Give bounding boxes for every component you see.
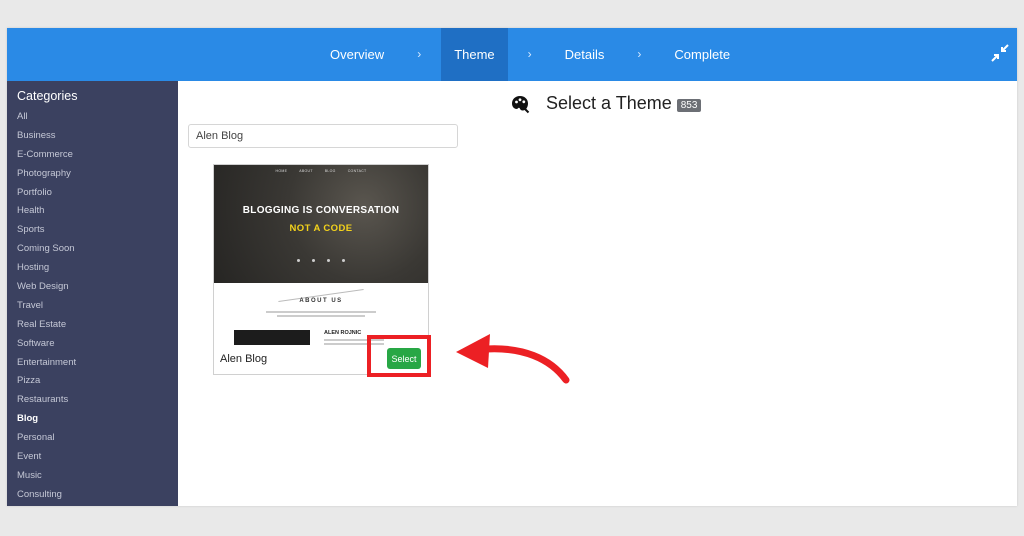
sidebar-item-coming-soon[interactable]: Coming Soon	[7, 240, 178, 259]
preview-text-lines	[266, 311, 376, 319]
sidebar-item-music[interactable]: Music	[7, 467, 178, 486]
preview-social-icons	[214, 259, 428, 262]
theme-preview-image[interactable]: HOME ABOUT BLOG CONTACT BLOGGING IS CONV…	[214, 165, 428, 345]
sidebar-item-travel[interactable]: Travel	[7, 297, 178, 316]
wizard-steps: Overview › Theme › Details › Complete	[317, 28, 743, 81]
sidebar-item-real-estate[interactable]: Real Estate	[7, 316, 178, 335]
sidebar-item-personal[interactable]: Personal	[7, 429, 178, 448]
preview-headline: BLOGGING IS CONVERSATION	[242, 205, 400, 216]
app-window: Overview › Theme › Details › Complete Ca…	[7, 28, 1017, 506]
palette-icon	[512, 95, 530, 113]
preview-hero: HOME ABOUT BLOG CONTACT BLOGGING IS CONV…	[214, 165, 428, 283]
preview-nav-item: CONTACT	[347, 169, 367, 173]
categories-sidebar: Categories All Business E-Commerce Photogra…	[7, 81, 178, 506]
sidebar-item-business[interactable]: Business	[7, 127, 178, 146]
sidebar-item-e-commerce[interactable]: E-Commerce	[7, 146, 178, 165]
pointer-arrow-icon	[456, 334, 570, 384]
categories-title: Categories	[17, 89, 78, 103]
step-overview[interactable]: Overview	[317, 28, 397, 81]
theme-count-badge: 853	[676, 99, 702, 112]
collapse-arrows-icon[interactable]	[991, 44, 1009, 62]
preview-nav-item: BLOG	[324, 169, 336, 173]
sidebar-item-photography[interactable]: Photography	[7, 165, 178, 184]
sidebar-item-software[interactable]: Software	[7, 335, 178, 354]
chevron-right-icon: ›	[527, 47, 532, 61]
theme-search-input[interactable]	[188, 124, 458, 148]
theme-selection-panel: Select a Theme 853 HOME ABOUT BLOG CONTA…	[178, 81, 1017, 506]
chevron-right-icon: ›	[417, 47, 422, 61]
preview-nav-item: HOME	[275, 169, 288, 173]
sidebar-item-sports[interactable]: Sports	[7, 221, 178, 240]
page-title: Select a Theme	[546, 93, 672, 113]
sidebar-item-portfolio[interactable]: Portfolio	[7, 184, 178, 203]
preview-nav: HOME ABOUT BLOG CONTACT	[214, 169, 428, 173]
sidebar-item-hosting[interactable]: Hosting	[7, 259, 178, 278]
step-theme[interactable]: Theme	[441, 28, 508, 81]
preview-subheadline: NOT A CODE	[289, 223, 353, 234]
chevron-right-icon: ›	[637, 47, 642, 61]
sidebar-item-web-design[interactable]: Web Design	[7, 278, 178, 297]
preview-nav-item: ABOUT	[299, 169, 313, 173]
preview-about-title: ABOUT US	[299, 298, 343, 304]
sidebar-item-health[interactable]: Health	[7, 202, 178, 221]
highlight-box	[367, 335, 431, 377]
sidebar-item-all[interactable]: All	[7, 108, 178, 127]
sidebar-item-entertainment[interactable]: Entertainment	[7, 354, 178, 373]
sidebar-item-event[interactable]: Event	[7, 448, 178, 467]
sidebar-item-pizza[interactable]: Pizza	[7, 372, 178, 391]
preview-image-block	[234, 330, 310, 345]
wizard-header: Overview › Theme › Details › Complete	[7, 28, 1017, 81]
theme-name: Alen Blog	[220, 353, 268, 365]
step-complete[interactable]: Complete	[661, 28, 743, 81]
preview-author: ALEN ROJNIC	[324, 330, 362, 336]
categories-list: All Business E-Commerce Photography Portfoli…	[7, 108, 178, 505]
sidebar-item-consulting[interactable]: Consulting	[7, 486, 178, 505]
step-details[interactable]: Details	[552, 28, 618, 81]
sidebar-item-restaurants[interactable]: Restaurants	[7, 391, 178, 410]
sidebar-item-blog[interactable]: Blog	[7, 410, 178, 429]
page-heading: Select a Theme 853	[510, 93, 702, 114]
